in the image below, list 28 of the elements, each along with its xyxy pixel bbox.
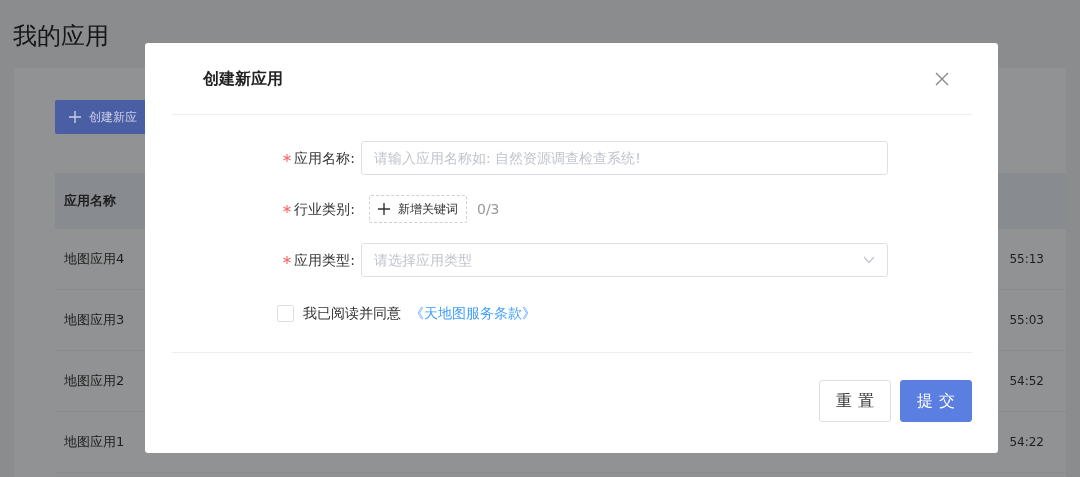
- reset-button[interactable]: 重 置: [819, 380, 891, 422]
- table-cell-text: 55:13: [1009, 251, 1044, 268]
- plus-icon: [378, 203, 390, 215]
- submit-button[interactable]: 提 交: [900, 380, 972, 422]
- table-cell-text: 55:03: [1009, 312, 1044, 329]
- field-label: 应用名称:: [294, 148, 355, 168]
- column-header: 应用名称: [64, 192, 116, 211]
- table-cell-text: 地图应用4: [64, 250, 125, 269]
- table-cell-text: 地图应用1: [64, 433, 125, 452]
- terms-link[interactable]: 《天地图服务条款》: [410, 303, 536, 324]
- checkbox[interactable]: [277, 305, 294, 322]
- close-button[interactable]: [934, 70, 950, 87]
- table-cell-text: 54:22: [1009, 434, 1044, 451]
- dialog-title: 创建新应用: [203, 68, 283, 89]
- field-label: 应用类型:: [294, 250, 355, 270]
- chevron-down-icon: [863, 256, 875, 264]
- select-placeholder: 请选择应用类型: [374, 250, 472, 270]
- agreement-text: 我已阅读并同意: [303, 304, 401, 323]
- table-cell-text: 54:52: [1009, 373, 1044, 390]
- add-keyword-button[interactable]: 新增关键词: [369, 195, 467, 223]
- field-label: 行业类别:: [294, 199, 355, 219]
- keyword-count: 0/3: [477, 199, 500, 219]
- text-field[interactable]: 请输入应用名称如: 自然资源调查检查系统!: [361, 141, 888, 175]
- page-title: 我的应用: [12, 21, 110, 52]
- plus-icon: [69, 111, 81, 123]
- close-icon: [934, 70, 950, 87]
- table-cell-text: 地图应用3: [64, 311, 125, 330]
- table-cell-text: 地图应用2: [64, 372, 125, 391]
